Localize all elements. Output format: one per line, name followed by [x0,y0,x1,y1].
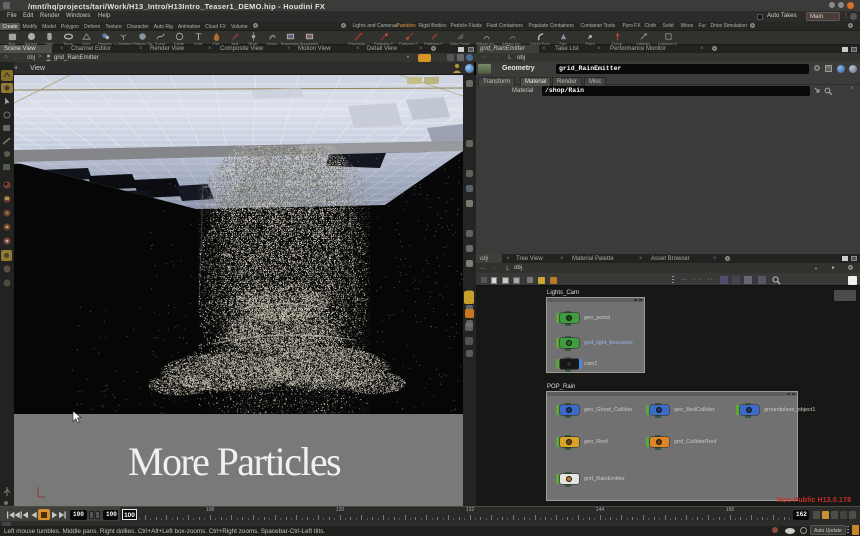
svg-text:More Particles: More Particles [128,439,341,484]
svg-text:T: T [195,32,201,41]
